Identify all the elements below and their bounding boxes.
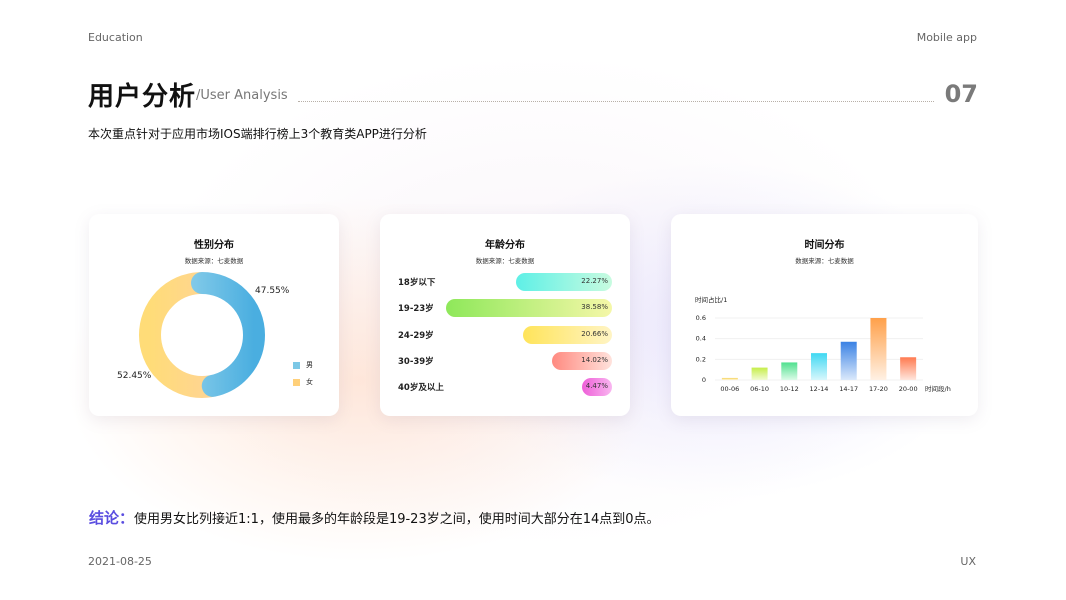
legend-female: 女	[293, 377, 313, 387]
footer-date: 2021-08-25	[88, 555, 152, 568]
age-value-label: 20.66%	[581, 330, 608, 338]
age-label: 18岁以下	[398, 278, 436, 288]
legend-male-swatch	[293, 361, 300, 369]
page-title: 用户分析	[88, 82, 197, 112]
age-bar: 22.27%	[516, 273, 612, 291]
age-value-label: 38.58%	[581, 303, 608, 311]
female-percent-label: 52.45%	[117, 371, 152, 381]
time-y-axis-label: 时间占比/1	[695, 295, 727, 304]
age-bar: 20.66%	[523, 326, 612, 344]
time-x-tick: 00-06	[720, 385, 739, 393]
time-y-tick: 0.2	[696, 355, 706, 363]
time-bar	[781, 362, 798, 380]
conclusion-lead: 结论：	[89, 509, 135, 527]
age-value-label: 14.02%	[581, 356, 608, 364]
page-number: 07	[944, 80, 978, 108]
gender-card: 性别分布 数据来源：七麦数据 47.55% 52.45% 男 女	[89, 214, 339, 416]
age-card: 年龄分布 数据来源：七麦数据 18岁以下 22.27% 19-23岁 38.58…	[380, 214, 630, 416]
time-y-tick: 0.4	[696, 335, 706, 343]
time-x-tick: 06-10	[750, 385, 769, 393]
age-row: 24-29岁 20.66%	[398, 326, 612, 344]
age-row: 40岁及以上 4.47%	[398, 378, 612, 396]
age-value-label: 22.27%	[581, 277, 608, 285]
title-divider	[298, 101, 934, 102]
time-bar	[840, 341, 857, 380]
age-row: 30-39岁 14.02%	[398, 352, 612, 370]
age-bar: 14.02%	[551, 352, 612, 370]
legend-female-label: 女	[306, 378, 313, 386]
time-y-tick: 0	[702, 376, 706, 384]
time-bar	[900, 357, 917, 380]
legend-male-label: 男	[306, 361, 313, 369]
time-bar	[721, 377, 738, 380]
time-x-tick: 12-14	[810, 385, 829, 393]
time-y-tick: 0.6	[696, 314, 706, 322]
age-label: 30-39岁	[398, 357, 434, 367]
age-row: 18岁以下 22.27%	[398, 273, 612, 291]
age-bar: 38.58%	[446, 299, 612, 317]
time-bar	[751, 367, 768, 380]
header-left: Education	[88, 31, 143, 44]
conclusion-text: 使用男女比列接近1:1，使用最多的年龄段是19-23岁之间，使用时间大部分在14…	[134, 512, 660, 527]
time-bar	[870, 318, 887, 380]
age-label: 40岁及以上	[398, 383, 444, 393]
age-value-label: 4.47%	[585, 382, 608, 390]
age-chart-source: 数据来源：七麦数据	[475, 257, 535, 265]
age-row: 19-23岁 38.58%	[398, 299, 612, 317]
legend-female-swatch	[293, 378, 300, 386]
gender-chart-source: 数据来源：七麦数据	[184, 257, 244, 265]
male-percent-label: 47.55%	[255, 286, 290, 296]
time-card: 时间分布 数据来源：七麦数据 时间占比/1 时间段/h 0.6 0.4 0.2 0 0…	[671, 214, 978, 416]
time-x-tick: 17-20	[869, 385, 888, 393]
header-right: Mobile app	[916, 31, 977, 44]
age-chart-title: 年龄分布	[485, 240, 525, 251]
footer-right: UX	[960, 555, 976, 568]
page-description: 本次重点针对于应用市场IOS端排行榜上3个教育类APP进行分析	[88, 127, 427, 141]
gender-donut-chart	[139, 272, 265, 398]
gender-chart-title: 性别分布	[194, 240, 234, 251]
conclusion: 结论：使用男女比列接近1:1，使用最多的年龄段是19-23岁之间，使用时间大部分…	[89, 507, 660, 528]
title-row: 用户分析 /User Analysis 07	[88, 76, 978, 112]
time-bar	[811, 353, 827, 380]
legend-male: 男	[293, 360, 313, 370]
time-x-tick: 20-00	[899, 385, 918, 393]
time-x-tick: 10-12	[780, 385, 799, 393]
age-bar: 4.47%	[582, 378, 612, 396]
time-x-tick: 14-17	[839, 385, 858, 393]
time-x-axis-label: 时间段/h	[925, 384, 951, 393]
page-subtitle: /User Analysis	[196, 88, 288, 103]
age-label: 24-29岁	[398, 331, 434, 341]
time-bar-chart: 时间占比/1 时间段/h 0.6 0.4 0.2 0 00-06 06-10 10-12 1…	[695, 295, 951, 393]
age-label: 19-23岁	[398, 304, 434, 314]
